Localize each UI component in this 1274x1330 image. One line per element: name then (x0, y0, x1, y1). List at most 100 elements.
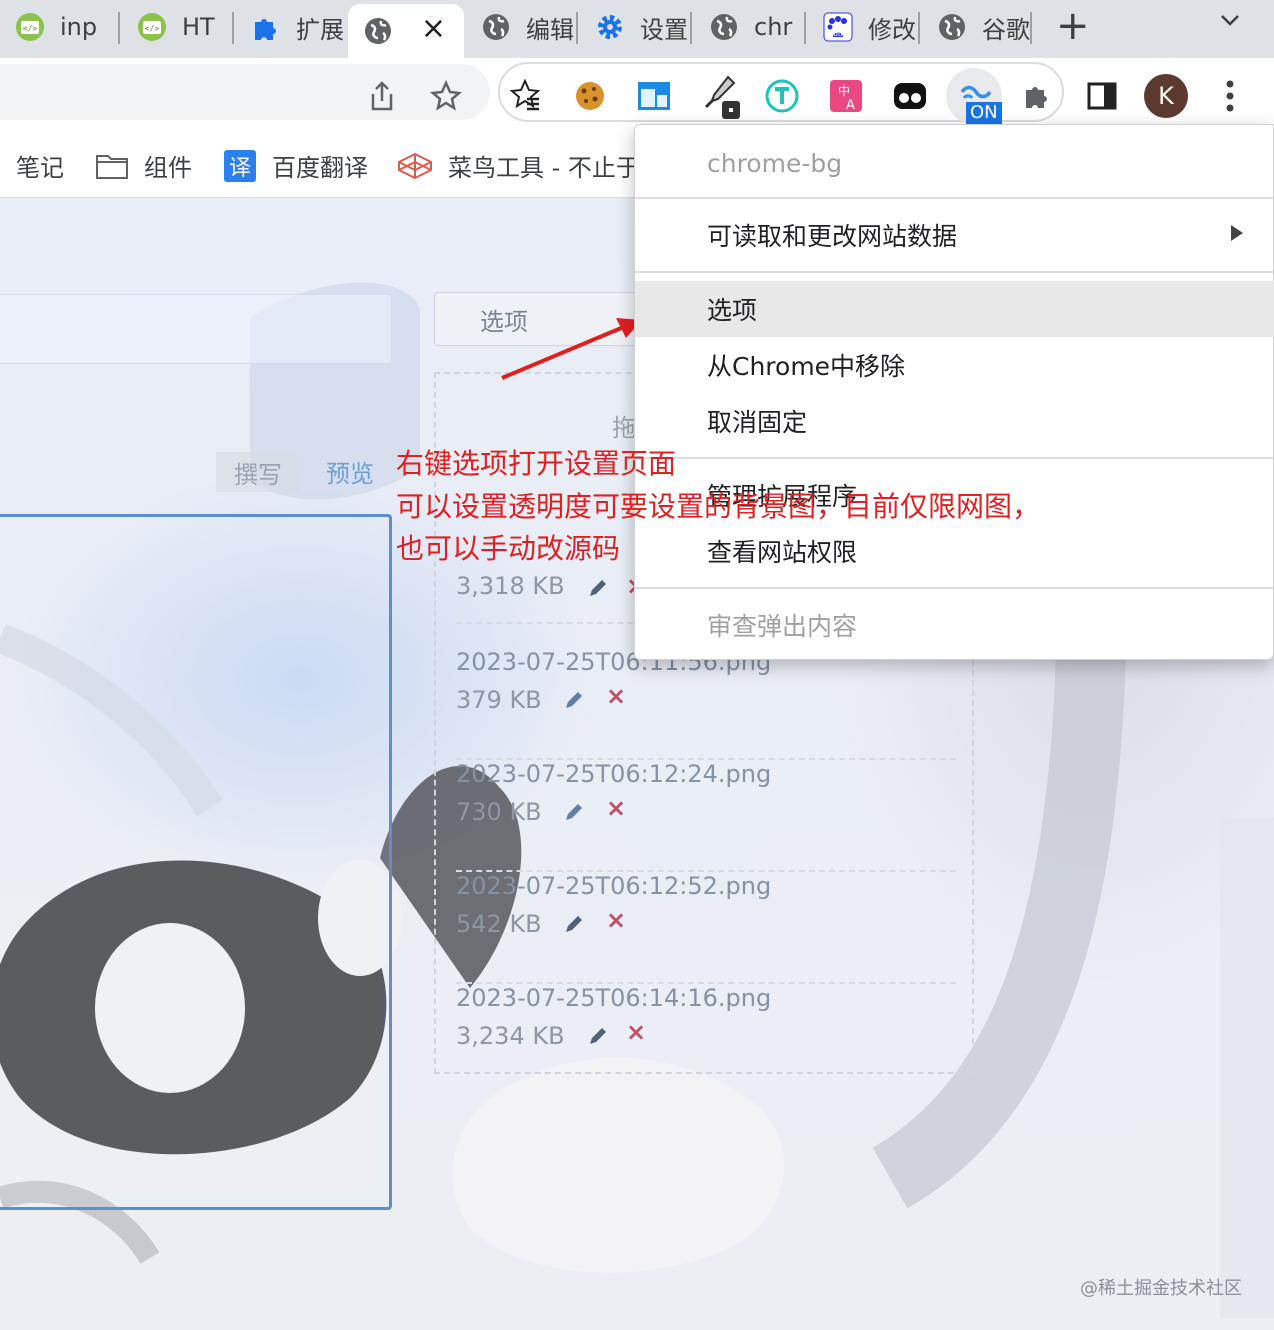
file-size: 3,234 KB (456, 1022, 565, 1050)
baidu-icon: du (822, 11, 854, 43)
tab-separator (690, 12, 692, 44)
bookmark-components[interactable]: 组件 (96, 148, 192, 183)
address-bar[interactable] (0, 64, 490, 120)
profile-avatar[interactable]: K (1144, 74, 1188, 118)
bookmark-label: 百度翻译 (272, 154, 368, 182)
tab-separator (118, 12, 120, 44)
bookmark-label: 笔记 (16, 154, 64, 182)
browser-toolbar: 中A ON K (0, 58, 1274, 126)
side-panel-icon[interactable] (1082, 76, 1122, 116)
submenu-arrow-icon (1231, 225, 1243, 241)
edit-pencil-icon[interactable] (562, 800, 588, 826)
gear-icon (594, 11, 626, 43)
edit-pencil-icon[interactable] (562, 688, 588, 714)
html-file-icon: </> (136, 11, 168, 43)
tab-label: 编辑 (526, 15, 574, 44)
url-input[interactable] (0, 294, 392, 364)
tab-inp[interactable]: </> inp (0, 0, 120, 54)
tab-label: 谷歌 (982, 15, 1030, 44)
svg-text:</>: </> (145, 24, 160, 33)
delete-icon[interactable]: × (606, 794, 626, 822)
menu-separator (635, 271, 1274, 273)
tab-ht[interactable]: </> HT (122, 0, 234, 54)
menu-item-label: 取消固定 (707, 408, 808, 437)
close-icon[interactable]: × (421, 11, 446, 46)
edit-pencil-icon[interactable] (586, 1024, 612, 1050)
tab-edit[interactable]: 编辑 (466, 0, 578, 54)
menu-separator (635, 197, 1274, 199)
file-name: 2023-07-25T06:12:52.png (456, 872, 772, 900)
globe-icon (936, 11, 968, 43)
window-icon[interactable] (634, 76, 674, 116)
translate-icon: 译 (224, 149, 256, 182)
tab-settings[interactable]: 设置 (580, 0, 692, 54)
cookie-icon[interactable] (570, 76, 610, 116)
tab-separator (576, 12, 578, 44)
tab-write[interactable]: 撰写 (216, 452, 300, 492)
tab-preview[interactable]: 预览 (326, 454, 374, 489)
edit-pencil-icon[interactable] (562, 912, 588, 938)
delete-icon[interactable]: × (606, 682, 626, 710)
file-item: 2023-07-25T06:14:16.png 3,234 KB × (456, 984, 956, 1096)
tab-google[interactable]: 谷歌 (922, 0, 1032, 54)
file-size: 379 KB (456, 686, 542, 714)
svg-text:</>: </> (23, 24, 38, 33)
tab-extensions[interactable]: 扩展 (236, 0, 348, 54)
folder-icon (96, 153, 128, 179)
tab-separator (232, 12, 234, 44)
annotation-line-3: 也可以手动改源码 (396, 532, 621, 565)
menu-item-label: 审查弹出内容 (707, 612, 858, 641)
chevron-down-icon[interactable] (1218, 8, 1242, 39)
code-editor[interactable] (0, 514, 392, 1210)
globe-icon (362, 15, 394, 47)
menu-item-remove[interactable]: 从Chrome中移除 (635, 337, 1274, 393)
puzzle-icon[interactable] (1018, 76, 1058, 116)
translate-zh-icon[interactable]: 中A (826, 76, 866, 116)
file-name: 2023-07-25T06:14:16.png (456, 984, 772, 1012)
tab-separator (1030, 12, 1032, 44)
tab-label: 扩展 (296, 15, 344, 44)
eyedropper-icon[interactable] (700, 75, 740, 119)
translate-t-icon[interactable] (762, 76, 802, 116)
svg-text:du: du (834, 30, 843, 38)
file-item: 2023-07-25T06:12:52.png 542 KB × (456, 872, 956, 984)
tab-separator (918, 12, 920, 44)
bookmark-runoob-tools[interactable]: 菜鸟工具 - 不止于 (398, 148, 640, 183)
file-size: 3,318 KB (456, 572, 565, 600)
codepen-icon (398, 152, 432, 179)
tab-label: chr (754, 13, 793, 41)
globe-icon (480, 11, 512, 43)
file-item: 2023-07-25T06:11:56.png 379 KB × (456, 648, 956, 760)
mask-icon[interactable] (890, 76, 930, 116)
kebab-menu-icon[interactable] (1210, 76, 1250, 116)
menu-item-site-permissions[interactable]: 查看网站权限 (635, 523, 1274, 579)
bookmark-star-icon[interactable] (426, 76, 466, 116)
tab-strip: </> inp </> HT 扩展 × 编辑 设置 chr du 修改 谷歌 + (0, 0, 1274, 58)
chrome-bg-extension-button[interactable]: ON (946, 68, 1002, 124)
svg-text:A: A (846, 98, 855, 113)
share-icon[interactable] (362, 76, 402, 116)
menu-item-unpin[interactable]: 取消固定 (635, 393, 1274, 449)
tab-separator (804, 12, 806, 44)
menu-item-label: 选项 (707, 296, 758, 325)
delete-icon[interactable]: × (606, 906, 626, 934)
bookmark-baidu-translate[interactable]: 译 百度翻译 (224, 148, 368, 183)
extension-context-menu: chrome-bg 可读取和更改网站数据 选项 从Chrome中移除 取消固定 … (634, 124, 1274, 660)
menu-item-label: 从Chrome中移除 (707, 352, 906, 381)
svg-text:中: 中 (838, 83, 850, 98)
tab-modify[interactable]: du 修改 (808, 0, 920, 54)
file-item: 2023-07-25T06:12:24.png 730 KB × (456, 760, 956, 872)
tab-label: HT (182, 13, 215, 41)
menu-item-options[interactable]: 选项 (635, 281, 1274, 337)
bookmark-notes[interactable]: 笔记 (16, 148, 64, 183)
new-tab-plus-icon[interactable]: + (1056, 6, 1090, 46)
edit-pencil-icon[interactable] (586, 576, 612, 602)
delete-icon[interactable]: × (626, 1018, 646, 1046)
menu-item-site-data[interactable]: 可读取和更改网站数据 (635, 207, 1274, 263)
menu-separator (635, 587, 1274, 589)
star-list-icon[interactable] (506, 76, 546, 116)
html-file-icon: </> (14, 11, 46, 43)
tab-chr[interactable]: chr (694, 0, 806, 54)
on-badge: ON (966, 102, 1002, 124)
tab-current[interactable]: × (348, 4, 464, 58)
